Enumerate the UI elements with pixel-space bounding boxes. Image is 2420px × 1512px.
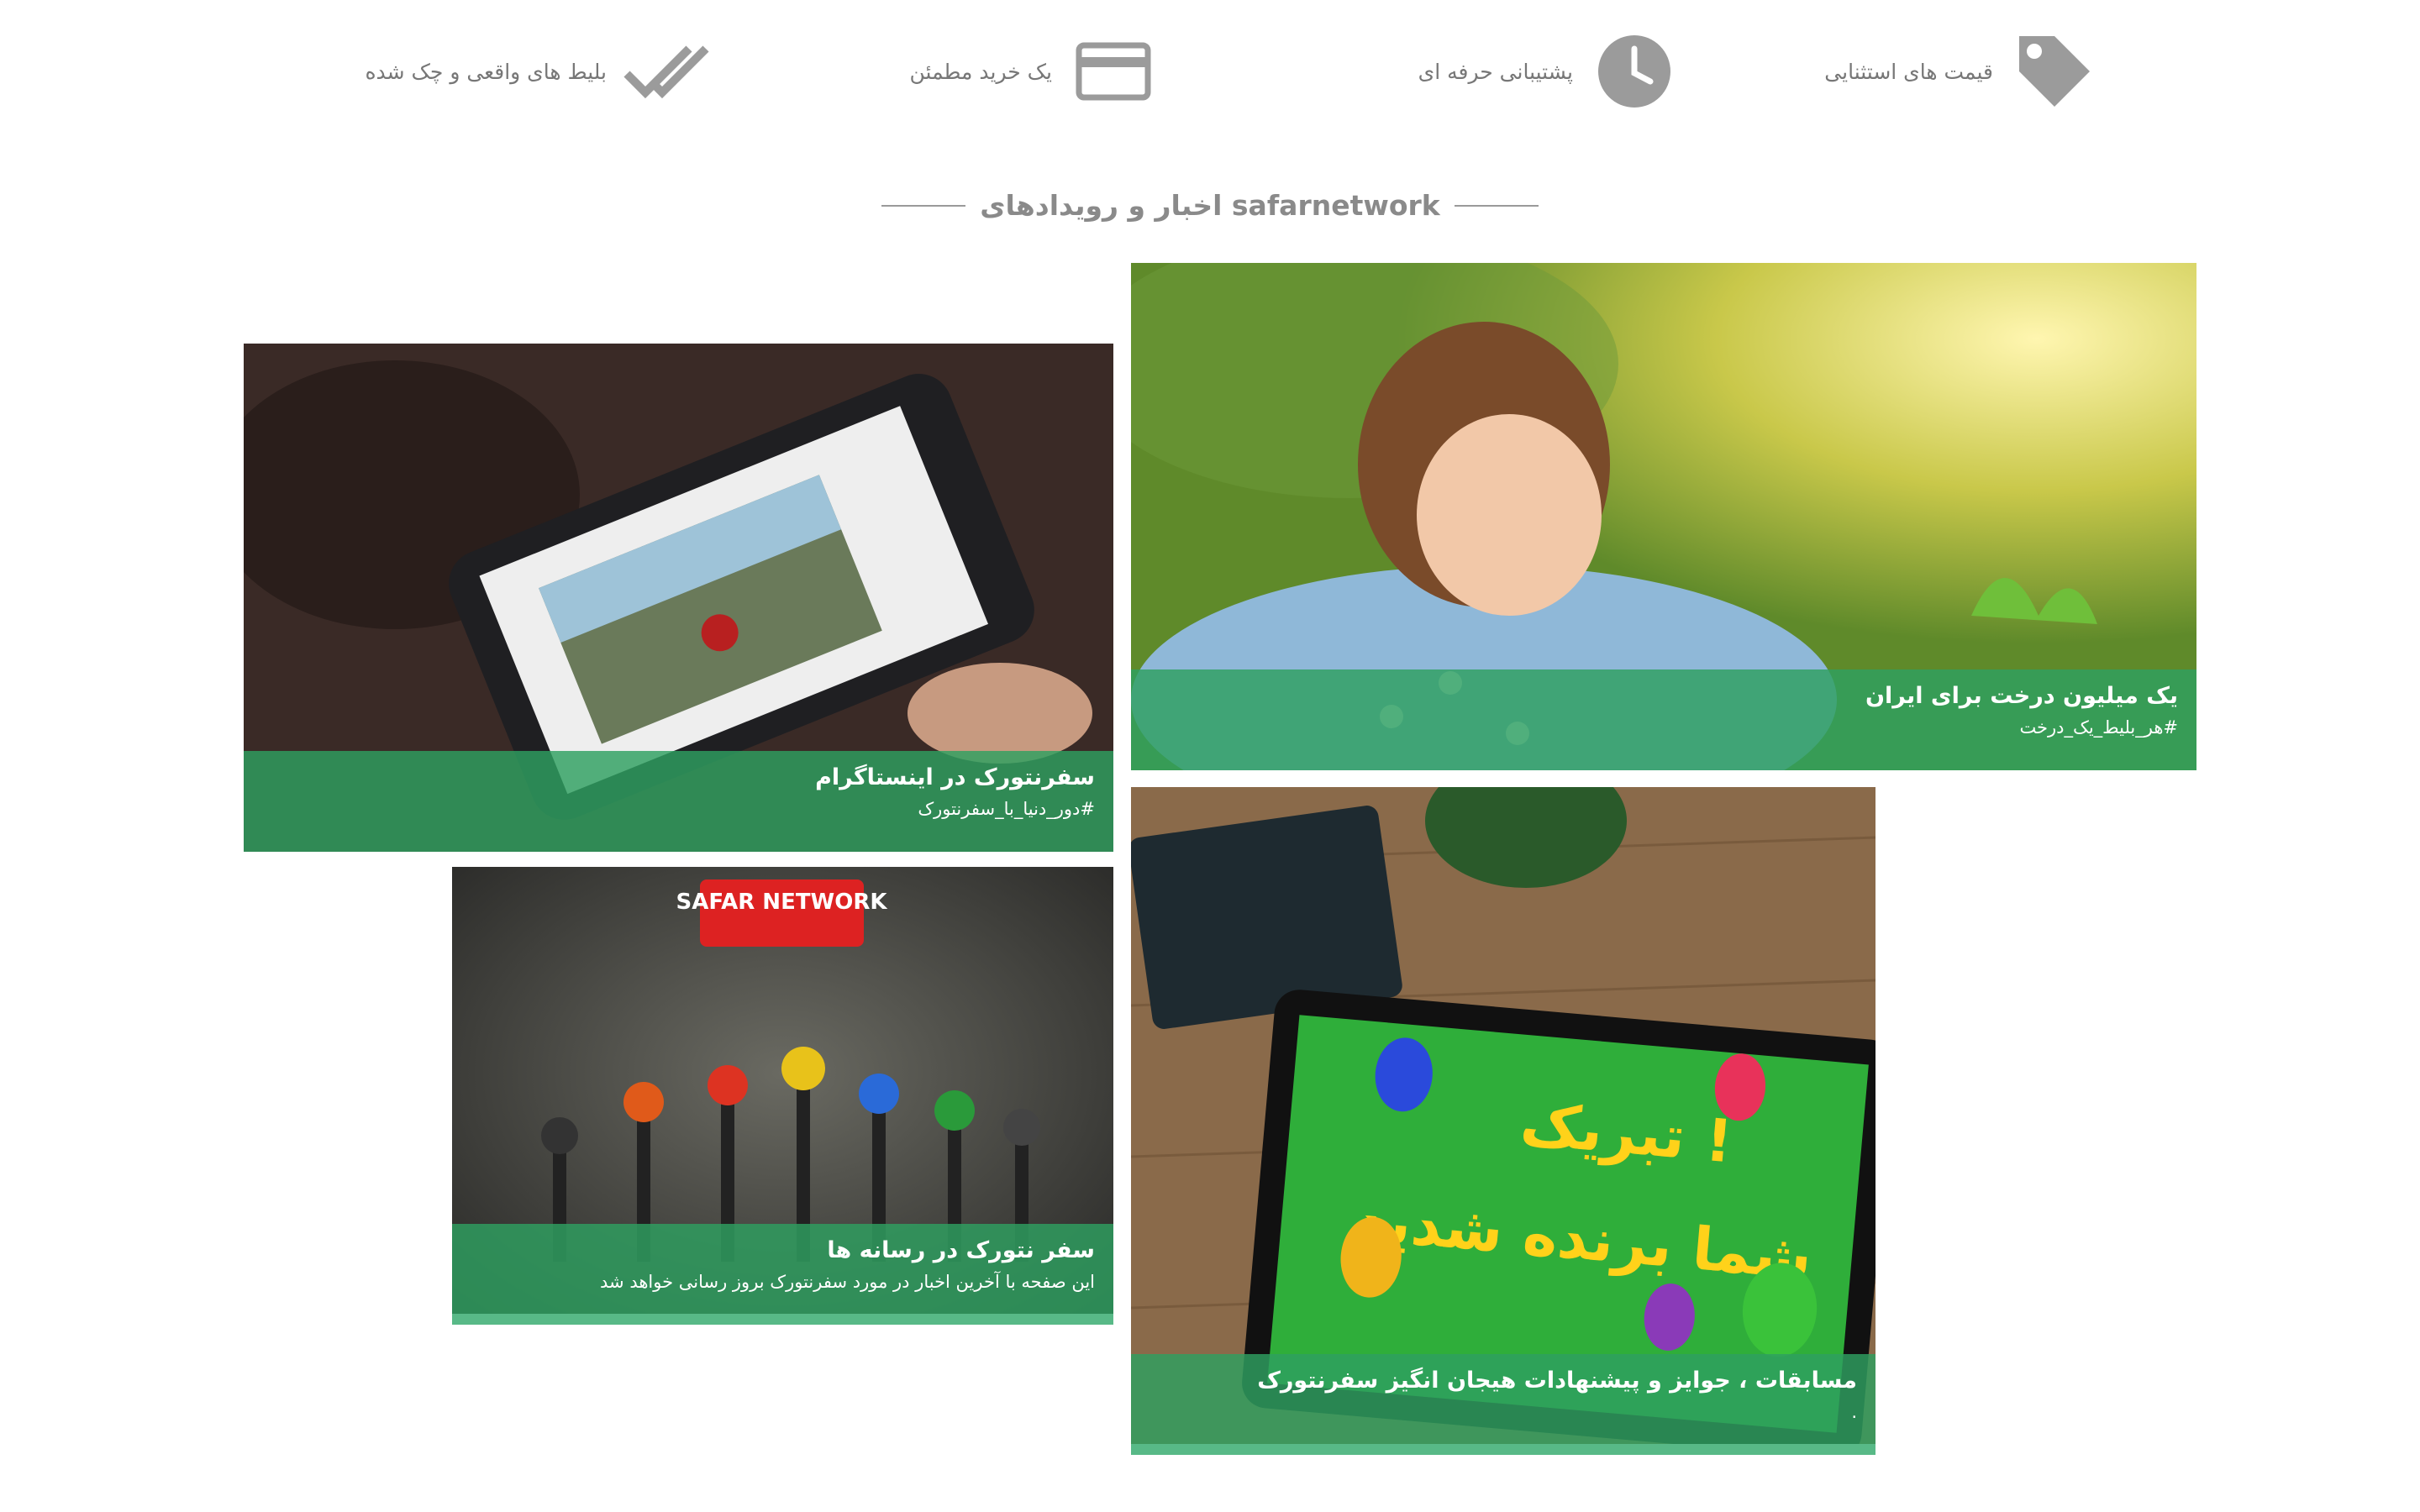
clock-icon (1588, 25, 1681, 118)
section-title: اخبار و رویدادهای safarnetwork (980, 189, 1440, 222)
news-card-tree[interactable]: یک میلیون درخت برای ایران #هر_بلیط_یک_در… (1131, 263, 2196, 770)
feature-professional-support: پشتیبانی حرفه ای (1418, 25, 1681, 118)
feature-label: پشتیبانی حرفه ای (1418, 59, 1573, 84)
card-title[interactable]: سفر نتورک در رسانه ها (471, 1237, 1095, 1263)
card-title[interactable]: یک میلیون درخت برای ایران (1150, 683, 2178, 709)
card-subtitle: #هر_بلیط_یک_درخت (2019, 717, 2178, 738)
card-subtitle: این صفحه با آخرین اخبار در مورد سفرنتورک… (600, 1272, 1095, 1292)
card-subtitle: #دور_دنیا_با_سفرنتورک (918, 799, 1095, 819)
card-caption: مسابقات ، جوایز و پیشنهادات هیجان انگیز … (1131, 1354, 1876, 1455)
card-caption: سفرنتورک در اینستاگرام #دور_دنیا_با_سفرن… (244, 751, 1113, 852)
media-sign-text: SAFAR NETWORK (676, 890, 887, 915)
double-check-icon (622, 25, 714, 118)
divider-line (1454, 204, 1539, 207)
card-bottom-strip (452, 1314, 1113, 1325)
feature-verified-tickets: بلیط های واقعی و چک شده (365, 25, 714, 118)
news-card-contest[interactable]: تبریک ! شما برنده شدید مسابقات ، جوایز و… (1131, 787, 1876, 1455)
news-card-instagram[interactable]: سفرنتورک در اینستاگرام #دور_دنیا_با_سفرن… (244, 344, 1113, 852)
card-subtitle: . (1851, 1402, 1857, 1422)
credit-card-icon (1067, 25, 1160, 118)
divider-line (881, 204, 966, 207)
card-title[interactable]: سفرنتورک در اینستاگرام (262, 764, 1095, 790)
feature-secure-purchase: یک خرید مطمئن (910, 25, 1160, 118)
feature-label: قیمت های استثنایی (1824, 59, 1993, 84)
card-caption: یک میلیون درخت برای ایران #هر_بلیط_یک_در… (1131, 669, 2196, 770)
news-card-media[interactable]: SAFAR NETWORK سفر نتورک در رسانه ها این … (452, 867, 1113, 1325)
card-title[interactable]: مسابقات ، جوایز و پیشنهادات هیجان انگیز … (1150, 1368, 1857, 1394)
card-caption: سفر نتورک در رسانه ها این صفحه با آخرین … (452, 1224, 1113, 1325)
feature-exceptional-prices: قیمت های استثنایی (1824, 25, 2101, 118)
card-bottom-strip (1131, 1444, 1876, 1455)
feature-label: بلیط های واقعی و چک شده (365, 59, 607, 84)
section-heading: اخبار و رویدادهای safarnetwork (0, 189, 2420, 222)
feature-label: یک خرید مطمئن (909, 59, 1052, 84)
tag-icon (2008, 25, 2101, 118)
